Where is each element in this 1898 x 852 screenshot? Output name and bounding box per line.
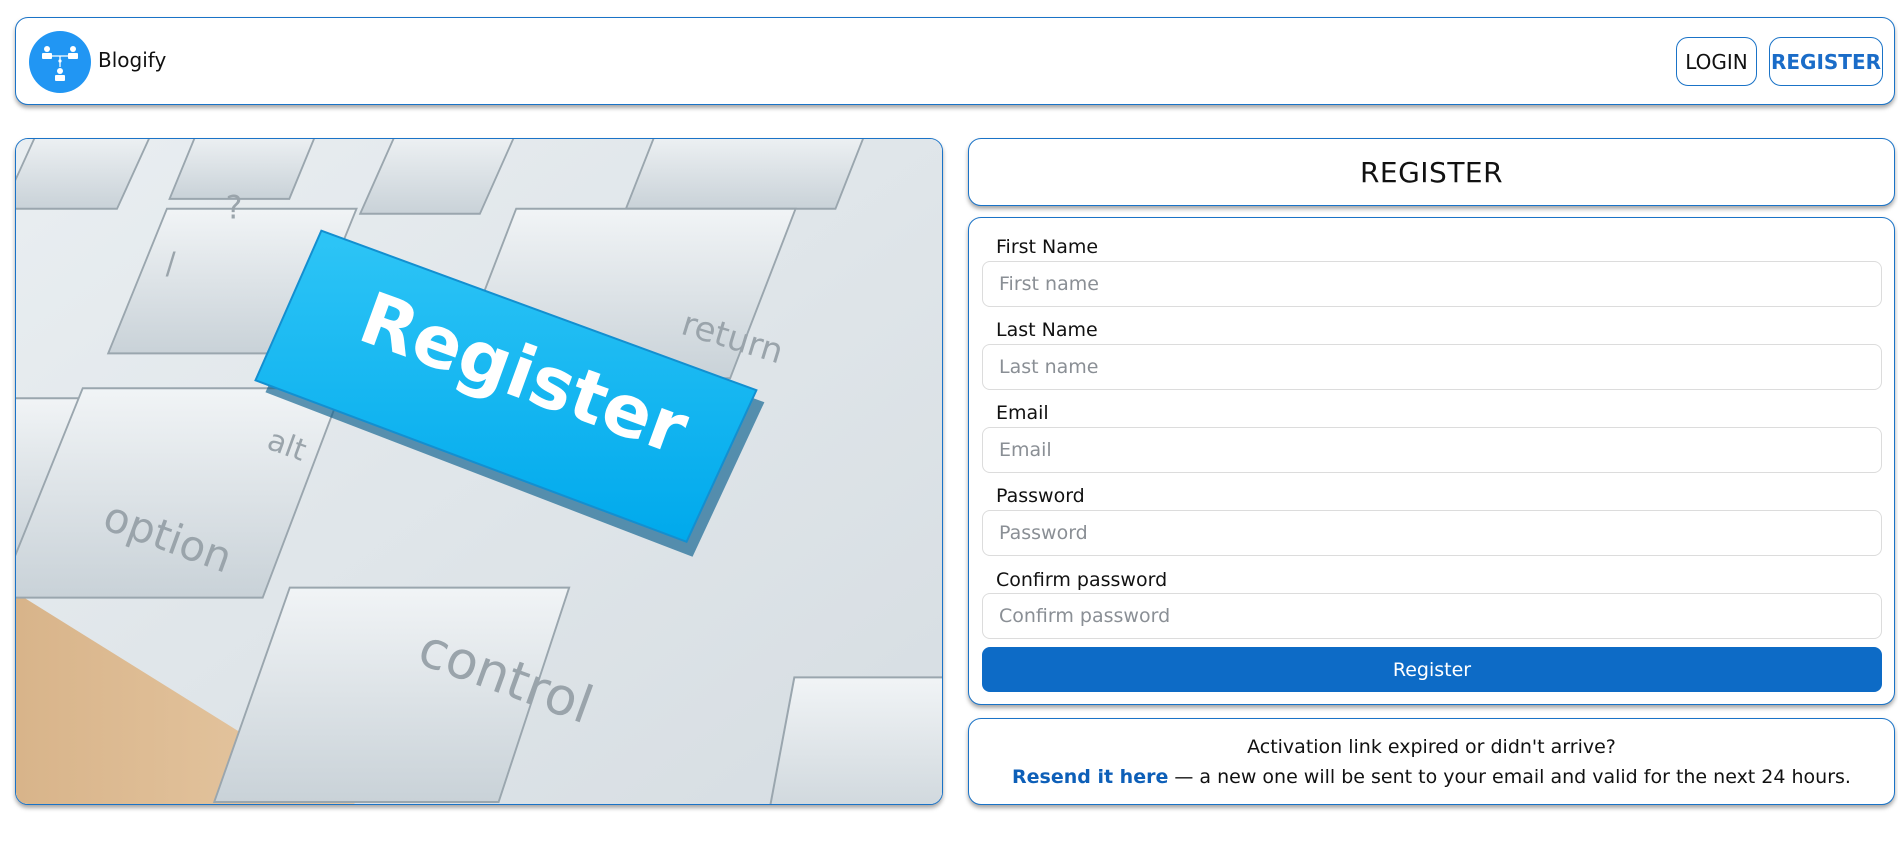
confirm-password-field[interactable] [982,593,1882,639]
keyboard-register-key-image: ? / return alt option control Register [15,138,943,805]
register-submit-button[interactable]: Register [982,647,1882,692]
last-name-field[interactable] [982,344,1882,390]
email-field[interactable] [982,427,1882,473]
register-nav-button[interactable]: REGISTER [1769,37,1883,86]
last-name-label: Last Name [996,319,1098,341]
register-form: First Name Last Name Email Password Conf… [968,217,1895,705]
resend-info: Resend it here — a new one will be sent … [969,766,1894,788]
resend-info-text: — a new one will be sent to your email a… [1168,766,1851,788]
email-label: Email [996,402,1049,424]
svg-text:?: ? [226,189,243,227]
confirm-password-label: Confirm password [996,569,1168,591]
first-name-label: First Name [996,236,1099,258]
password-field[interactable] [982,510,1882,556]
top-navbar: Blogify LOGIN REGISTER [15,17,1895,105]
login-button[interactable]: LOGIN [1676,37,1757,86]
first-name-field[interactable] [982,261,1882,307]
svg-text:/: / [166,247,177,282]
resend-question: Activation link expired or didn't arrive… [1247,736,1616,758]
resend-activation-card: Activation link expired or didn't arrive… [968,718,1895,805]
resend-link[interactable]: Resend it here [1012,766,1168,788]
register-title-card: REGISTER [968,138,1895,206]
page-title: REGISTER [1359,155,1504,189]
password-label: Password [996,485,1085,507]
brand-name[interactable]: Blogify [98,48,166,72]
network-people-icon[interactable] [29,31,91,93]
